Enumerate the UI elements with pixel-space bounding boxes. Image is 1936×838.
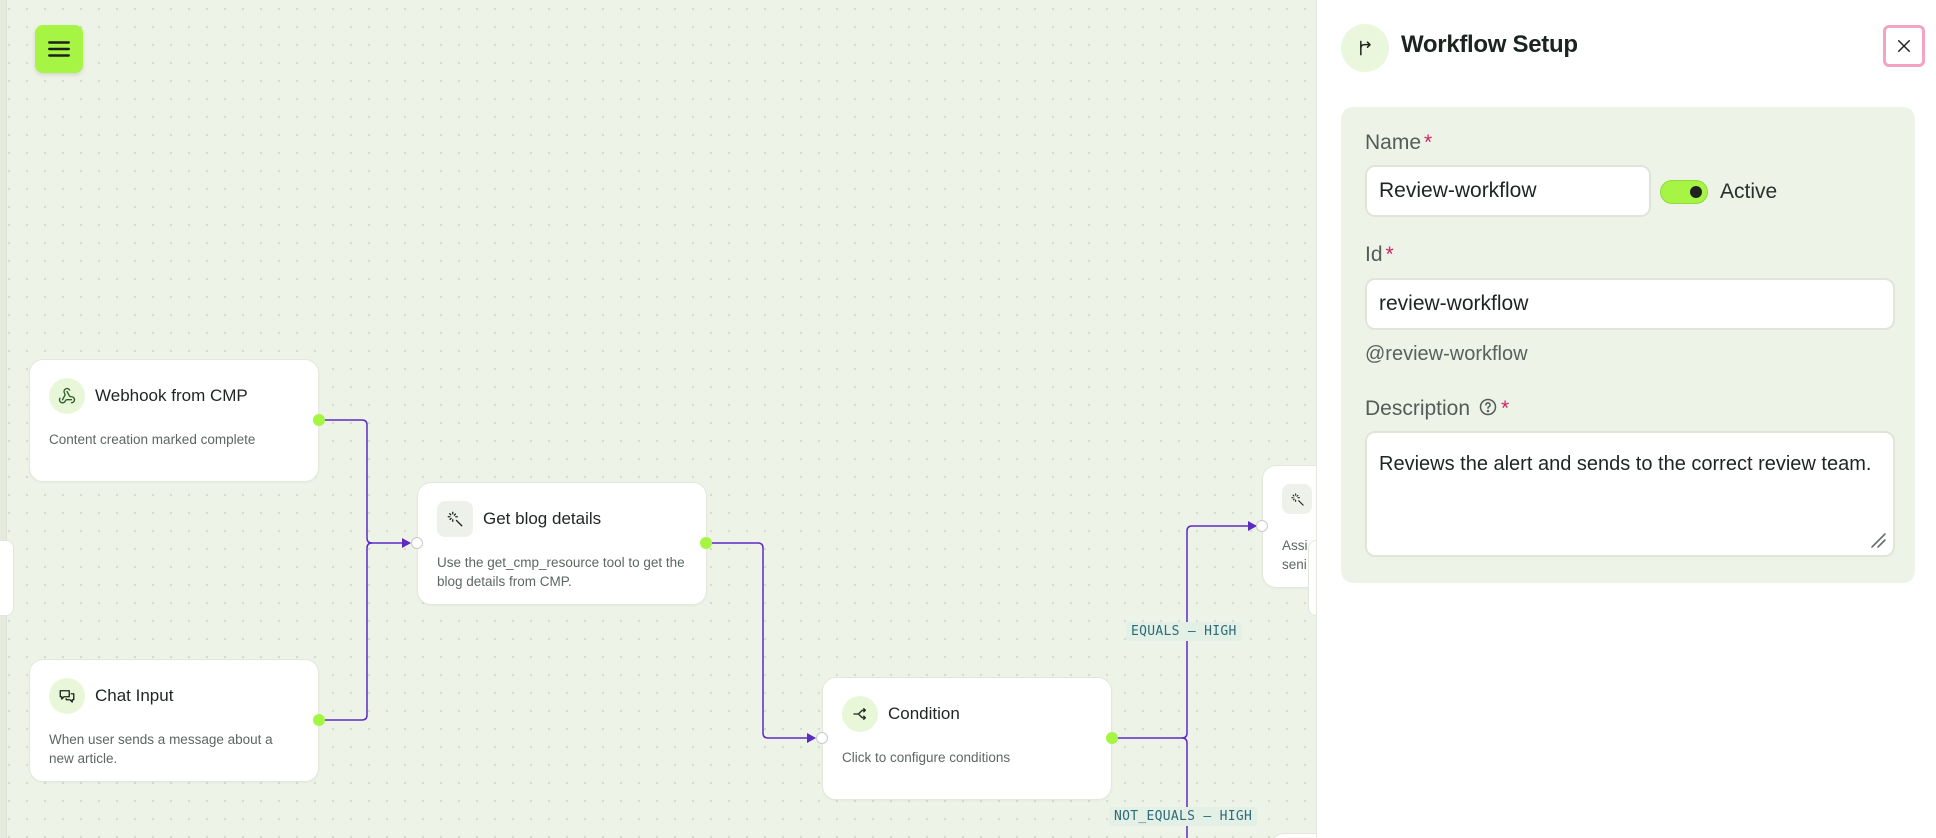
node-input-handle[interactable] xyxy=(1256,520,1268,532)
required-mark: * xyxy=(1501,397,1510,420)
edge-label-equals[interactable]: EQUALS – HIGH xyxy=(1126,622,1242,641)
help-icon[interactable] xyxy=(1478,397,1498,417)
node-output-handle[interactable] xyxy=(313,414,325,426)
required-mark: * xyxy=(1424,131,1433,154)
node-webhook[interactable]: Webhook from CMP Content creation marked… xyxy=(29,359,319,482)
description-value: Reviews the alert and sends to the corre… xyxy=(1379,453,1872,475)
close-icon xyxy=(1898,40,1910,52)
chat-icon xyxy=(49,678,85,714)
node-get-blog-details[interactable]: Get blog details Use the get_cmp_resourc… xyxy=(417,482,707,605)
panel-title: Workflow Setup xyxy=(1401,31,1578,58)
name-label-text: Name xyxy=(1365,131,1422,154)
description-textarea[interactable]: Reviews the alert and sends to the corre… xyxy=(1365,431,1895,557)
node-title: Chat Input xyxy=(95,686,174,705)
node-input-handle[interactable] xyxy=(816,732,828,744)
webhook-icon xyxy=(49,378,85,414)
toggle-knob xyxy=(1690,186,1702,198)
workflow-handle: @review-workflow xyxy=(1365,343,1528,365)
node-input-handle[interactable] xyxy=(411,537,423,549)
node-output-handle[interactable] xyxy=(700,537,712,549)
required-mark: * xyxy=(1385,243,1394,266)
edge-blog-to-condition xyxy=(706,542,816,743)
node-title: Condition xyxy=(888,704,960,723)
id-input[interactable] xyxy=(1365,278,1895,330)
active-label: Active xyxy=(1720,180,1778,203)
node-output-handle[interactable] xyxy=(1106,732,1118,744)
node-title: Get blog details xyxy=(483,509,602,528)
node-title: Webhook from CMP xyxy=(95,386,248,405)
id-label: Id * xyxy=(1365,243,1394,267)
edge-chat-to-blog xyxy=(319,542,373,721)
description-label-text: Description xyxy=(1365,397,1471,420)
branch-icon xyxy=(842,696,878,732)
workflow-form: Name* Active Id* @review-workflow Descri… xyxy=(1341,107,1915,583)
description-label: Description * xyxy=(1365,397,1509,421)
workflow-canvas[interactable]: Webhook from CMP Content creation marked… xyxy=(0,0,1316,838)
workflow-icon xyxy=(1341,24,1389,72)
resize-grip-icon[interactable] xyxy=(1869,531,1887,549)
close-button[interactable] xyxy=(1883,25,1925,67)
wand-icon xyxy=(1282,484,1312,514)
node-description: Click to configure conditions xyxy=(842,750,1011,765)
node-partial-bottom[interactable] xyxy=(1270,833,1316,838)
name-label: Name * xyxy=(1365,131,1432,155)
node-description: When user sends a message about a new ar… xyxy=(49,732,273,766)
node-chat-input[interactable]: Chat Input When user sends a message abo… xyxy=(29,659,319,782)
name-input[interactable] xyxy=(1365,165,1651,217)
workflow-setup-panel: Workflow Setup Name* Active Id* @review-… xyxy=(1316,0,1936,838)
node-output-handle[interactable] xyxy=(313,714,325,726)
node-description: Content creation marked complete xyxy=(49,432,256,447)
id-label-text: Id xyxy=(1365,243,1383,266)
wand-icon xyxy=(437,501,473,537)
canvas-right-handle[interactable] xyxy=(1308,540,1316,616)
edge-label-not-equals[interactable]: NOT_EQUALS – HIGH xyxy=(1109,807,1258,826)
edge-webhook-to-blog xyxy=(319,419,411,548)
node-description: Use the get_cmp_resource tool to get the… xyxy=(437,555,685,589)
active-toggle[interactable] xyxy=(1660,180,1708,204)
node-condition[interactable]: Condition Click to configure conditions xyxy=(822,677,1112,800)
